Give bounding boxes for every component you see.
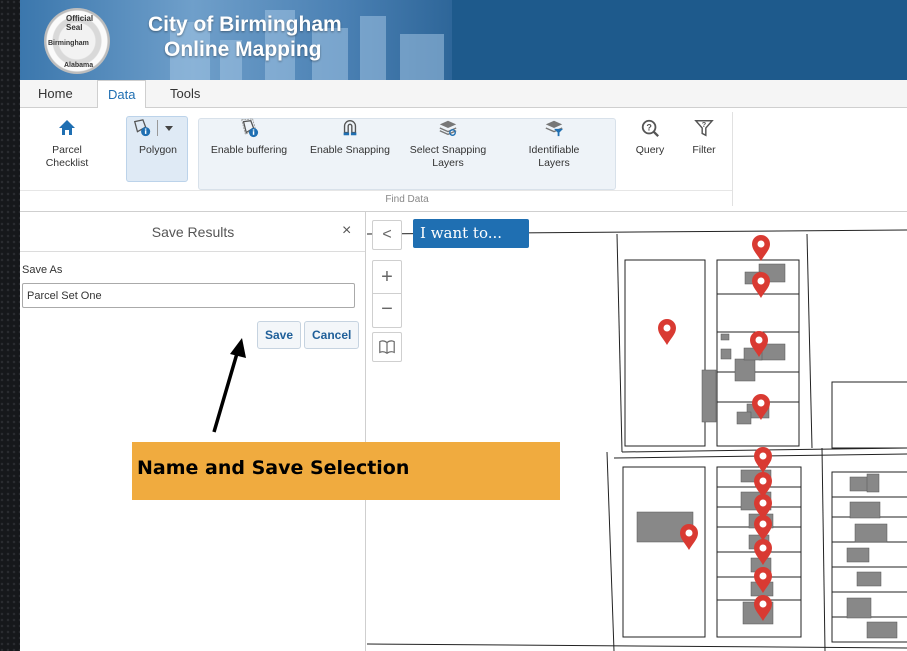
query-icon: ?: [641, 119, 659, 137]
header-banner: Official Seal Birmingham Alabama City of…: [20, 0, 907, 80]
app-title-line2: Online Mapping: [164, 38, 322, 61]
filter-button[interactable]: ? Filter: [684, 118, 724, 157]
app-window: Official Seal Birmingham Alabama City of…: [20, 0, 907, 651]
magnet-icon: [343, 120, 357, 136]
filter-icon: ?: [694, 120, 714, 137]
query-label: Query: [635, 144, 665, 156]
map-marker-icon[interactable]: [754, 539, 772, 565]
seal-top-text: Official Seal: [66, 14, 94, 32]
bookmarks-button[interactable]: [372, 332, 402, 362]
identifiable-layers-button[interactable]: Identifiable Layers: [514, 118, 594, 170]
map-marker-icon[interactable]: [752, 394, 770, 420]
map-marker-icon[interactable]: [680, 524, 698, 550]
query-button[interactable]: ? Query: [628, 118, 672, 157]
ribbon-toolbar: Parcel Checklist Polygon Enable bufferin…: [20, 108, 907, 212]
annotation-callout: Name and Save Selection: [132, 442, 560, 500]
seal-bottom-text: Alabama: [64, 62, 94, 69]
book-icon: [379, 340, 395, 355]
layers-filter-icon: [545, 120, 564, 137]
ribbon-tabs: Home Data Tools: [20, 80, 907, 109]
buffer-icon: [241, 118, 259, 138]
parcel-markers: [658, 235, 772, 621]
collapse-panel-button[interactable]: <: [372, 220, 402, 250]
i-want-to-button[interactable]: I want to...: [413, 219, 529, 248]
app-title-line1: City of Birmingham: [148, 13, 342, 36]
map-view[interactable]: < + − I want to...: [367, 212, 907, 651]
annotation-arrow-icon: [212, 338, 246, 433]
map-marker-icon[interactable]: [752, 235, 770, 261]
select-snapping-layers-label: Select Snapping Layers: [409, 144, 487, 169]
city-seal-logo: Official Seal Birmingham Alabama: [44, 8, 110, 74]
map-marker-icon[interactable]: [754, 567, 772, 593]
map-marker-icon[interactable]: [658, 319, 676, 345]
app-title: City of Birmingham Online Mapping: [148, 12, 342, 62]
split-divider: [157, 120, 158, 136]
find-data-group-label: Find Data: [385, 194, 429, 205]
polygon-button[interactable]: Polygon: [130, 118, 186, 157]
ribbon-separator: [732, 112, 733, 206]
save-as-label: Save As: [22, 264, 63, 276]
zoom-in-button[interactable]: +: [373, 261, 401, 294]
ribbon-divider: [20, 190, 732, 191]
polygon-info-icon: [133, 119, 151, 137]
enable-buffering-label: Enable buffering: [210, 144, 288, 156]
select-snapping-layers-button[interactable]: Select Snapping Layers: [408, 118, 488, 170]
polygon-label: Polygon: [139, 144, 177, 156]
enable-buffering-button[interactable]: Enable buffering: [206, 118, 292, 157]
map-marker-icon[interactable]: [754, 595, 772, 621]
chevron-down-icon[interactable]: [164, 123, 174, 133]
close-icon[interactable]: ×: [342, 222, 351, 240]
polygon-icon-row: [130, 118, 186, 144]
panel-header: Save Results ×: [20, 212, 365, 252]
parcel-checklist-label: Parcel Checklist: [45, 144, 89, 169]
zoom-control: + −: [372, 260, 402, 328]
tab-tools[interactable]: Tools: [170, 86, 200, 101]
enable-snapping-button[interactable]: Enable Snapping: [304, 118, 396, 157]
panel-title: Save Results: [151, 224, 235, 240]
map-marker-icon[interactable]: [754, 515, 772, 541]
map-marker-icon[interactable]: [754, 447, 772, 473]
layers-icon: [439, 120, 457, 136]
svg-text:?: ?: [646, 123, 652, 133]
parcel-checklist-button[interactable]: Parcel Checklist: [32, 118, 102, 170]
identifiable-layers-label: Identifiable Layers: [528, 144, 580, 169]
map-marker-icon[interactable]: [750, 331, 768, 357]
house-icon: [59, 120, 75, 135]
save-as-input[interactable]: [22, 283, 355, 308]
enable-snapping-label: Enable Snapping: [310, 144, 390, 156]
filter-label: Filter: [692, 144, 716, 156]
seal-side-text: Birmingham: [48, 40, 89, 47]
tab-data[interactable]: Data: [97, 80, 147, 109]
tab-home[interactable]: Home: [38, 86, 73, 101]
svg-text:?: ?: [702, 120, 707, 129]
map-marker-icon[interactable]: [752, 272, 770, 298]
zoom-out-button[interactable]: −: [373, 294, 401, 327]
cancel-button[interactable]: Cancel: [304, 321, 360, 349]
annotation-text: Name and Save Selection: [137, 457, 410, 479]
